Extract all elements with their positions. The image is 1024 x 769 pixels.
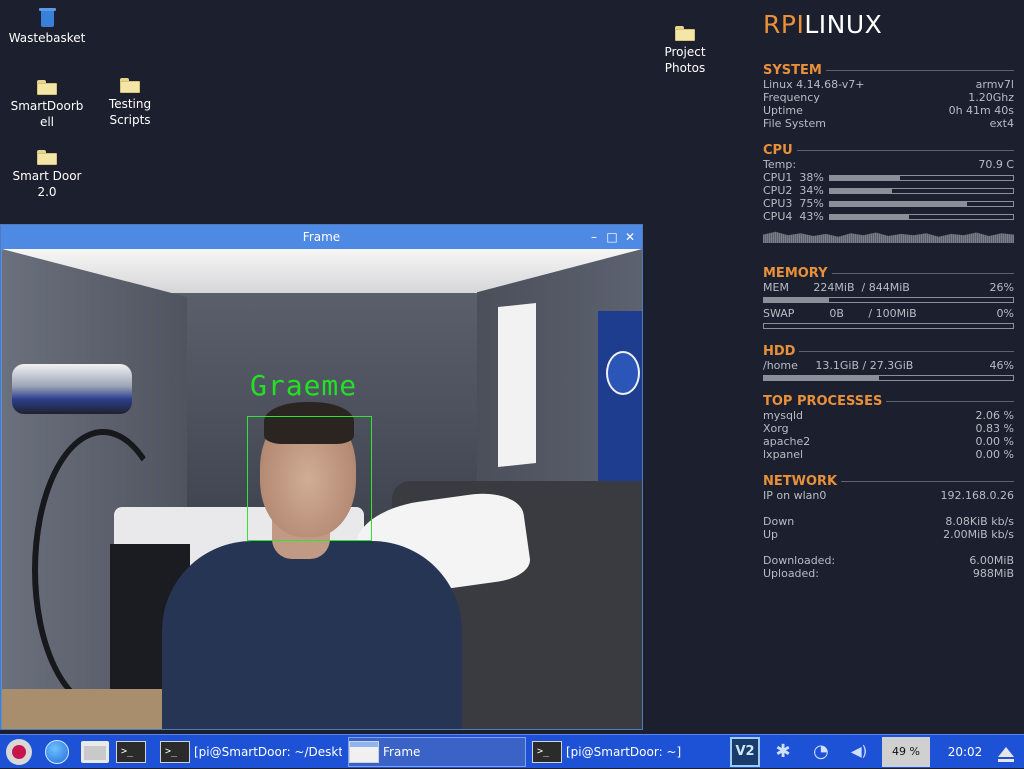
down-speed-row: Down 8.08KiB kb/s [763,515,1014,528]
section-cpu: CPU [763,142,1014,158]
terminal-icon: >_ [116,740,146,763]
cpu-usage-monitor[interactable]: 49 % [882,736,930,767]
mem-usage-bar [763,297,1014,303]
face-detection-box [247,416,372,541]
desktop-icon-label: SmartDoorbell [10,99,84,129]
desktop-icon-testing-scripts[interactable]: Testing Scripts [88,78,172,128]
desktop-icon-smart-door-2[interactable]: Smart Door 2.0 [5,150,89,200]
hdd-usage-bar [763,375,1014,381]
desktop-icon-label: Wastebasket [8,31,86,45]
terminal-icon: >_ [160,740,190,763]
desktop-icon-label: Project Photos [664,45,706,75]
folder-icon [675,26,695,41]
cpu-core-row: CPU1 38% [763,171,1014,184]
minimize-button[interactable]: – [588,225,600,249]
wifi-icon[interactable]: ◔ [806,741,836,762]
cpu-usage-bar [829,213,1014,220]
trash-icon [38,8,56,27]
camera-scene-clothes [12,364,132,414]
camera-scene-window-blind [498,303,536,467]
raspberry-menu-button[interactable] [4,737,34,767]
process-row: Xorg 0.83 % [763,422,1014,435]
downloaded-row: Downloaded: 6.00MiB [763,554,1014,567]
desktop-icon-label: Testing Scripts [108,97,152,127]
monitor-brand: RPILINUX [763,10,883,39]
system-row: Uptime 0h 41m 40s [763,104,1014,117]
cpu-core-row: CPU3 75% [763,197,1014,210]
maximize-button[interactable]: □ [606,225,618,249]
task-label: Frame [383,744,421,759]
mem-row: MEM 224MiB / 844MiB 26% [763,281,1014,294]
section-hdd: HDD [763,343,1014,359]
frame-window[interactable]: Frame – □ ✕ Graeme [0,224,643,730]
web-browser-icon [45,739,69,764]
uploaded-row: Uploaded: 988MiB [763,567,1014,580]
taskbar-task-frame[interactable]: Frame [348,736,526,767]
ip-row: IP on wlan0 192.168.0.26 [763,489,1014,502]
task-label: [pi@SmartDoor: ~] [566,744,682,759]
process-row: lxpanel 0.00 % [763,448,1014,461]
process-row: mysqld 2.06 % [763,409,1014,422]
taskbar-task-terminal-desktop[interactable]: >_ [pi@SmartDoor: ~/Deskto... [160,737,342,767]
section-top-processes: TOP PROCESSES [763,393,1014,409]
close-button[interactable]: ✕ [624,225,636,249]
eject-icon[interactable] [998,746,1014,762]
folder-icon [37,80,57,95]
cpu-temp-row: Temp: 70.9 C [763,158,1014,171]
terminal-icon: >_ [532,740,562,763]
folder-icon [120,78,140,93]
taskbar-task-terminal-home[interactable]: >_ [pi@SmartDoor: ~] [532,737,712,767]
bluetooth-icon[interactable]: ✱ [768,741,798,762]
process-row: apache2 0.00 % [763,435,1014,448]
task-label: [pi@SmartDoor: ~/Deskto... [194,744,342,759]
file-manager-icon [81,740,109,763]
vnc-icon[interactable]: V2 [730,736,760,767]
up-speed-row: Up 2.00MiB kb/s [763,528,1014,541]
window-titlebar[interactable]: Frame – □ ✕ [1,225,642,249]
section-network: NETWORK [763,473,1014,489]
cpu-history-graph [763,231,1014,243]
folder-icon [37,150,57,165]
swap-row: SWAP 0B / 100MiB 0% [763,307,1014,320]
cpu-core-row: CPU2 34% [763,184,1014,197]
raspberry-menu-icon [6,738,32,765]
desktop-icon-smartdoorbell[interactable]: SmartDoorbell [5,80,89,130]
section-memory: MEMORY [763,265,1014,281]
hdd-row: /home 13.1GiB / 27.3GiB 46% [763,359,1014,372]
camera-feed: Graeme [2,249,642,729]
system-tray: V2 ✱ ◔ ◀) 49 % 20:02 [730,735,1024,769]
cpu-usage-bar [829,187,1014,194]
desktop-icon-wastebasket[interactable]: Wastebasket [5,8,89,46]
clock[interactable]: 20:02 [940,745,990,759]
system-row: File System ext4 [763,117,1014,130]
web-browser-launcher[interactable] [42,737,72,767]
system-monitor-panel: RPILINUX SYSTEM Linux 4.14.68-v7+ armv7l … [763,8,1014,580]
cpu-usage-bar [829,174,1014,181]
system-row: Linux 4.14.68-v7+ armv7l [763,78,1014,91]
face-recognition-label: Graeme [250,369,358,402]
terminal-launcher[interactable]: >_ [116,737,146,767]
window-icon [349,740,379,763]
swap-usage-bar [763,323,1014,329]
section-system: SYSTEM [763,62,1014,78]
window-title: Frame [302,230,341,244]
cpu-usage-bar [829,200,1014,207]
cpu-core-row: CPU4 43% [763,210,1014,223]
taskbar: >_ >_ [pi@SmartDoor: ~/Deskto... Frame >… [0,734,1024,768]
camera-scene-floor [2,689,182,729]
file-manager-launcher[interactable] [80,737,110,767]
volume-icon[interactable]: ◀) [844,744,874,760]
desktop-icon-project-photos[interactable]: Project Photos [643,26,727,76]
camera-scene-poster [598,311,642,481]
desktop-icon-label: Smart Door 2.0 [12,169,82,199]
system-row: Frequency 1.20Ghz [763,91,1014,104]
camera-scene-person-body [162,541,462,729]
